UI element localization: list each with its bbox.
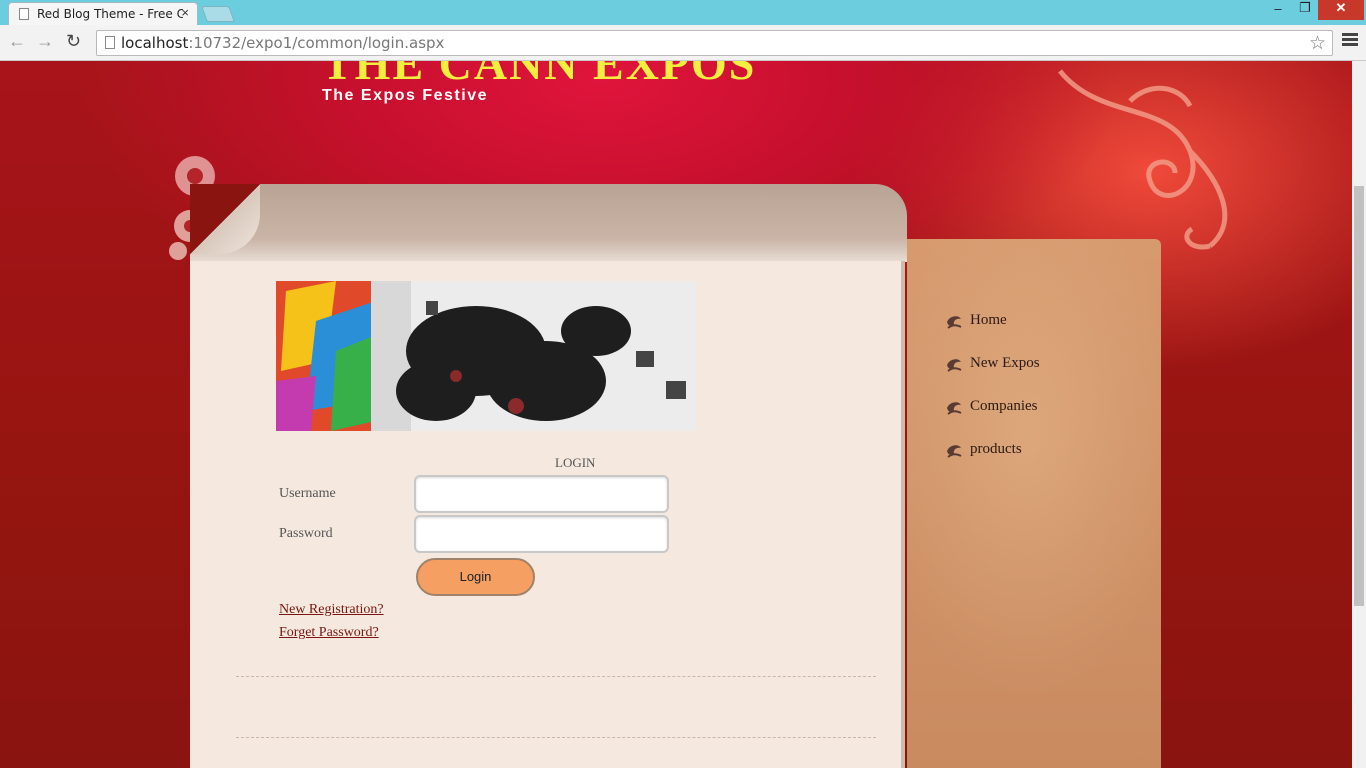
new-tab-button[interactable] [201, 6, 235, 22]
login-heading: LOGIN [555, 455, 596, 470]
site-tagline: The Expos Festive [322, 87, 488, 104]
page-icon [105, 36, 115, 49]
content-panel: LOGIN Username Password Login New Regist… [190, 261, 905, 768]
new-registration-link[interactable]: New Registration? [279, 602, 384, 618]
back-arrow-icon[interactable]: ← [8, 31, 26, 52]
url-host: localhost [121, 34, 189, 52]
login-button[interactable]: Login [416, 558, 535, 596]
browser-toolbar: ← → ↻ localhost:10732/expo1/common/login… [0, 25, 1366, 61]
page-viewport: THE CANN EXPOS The Expos Festive LOGIN U… [0, 61, 1366, 768]
leaf-bullet-icon [947, 402, 962, 415]
decorative-swirl-icon [1058, 69, 1228, 250]
reload-icon[interactable]: ↻ [66, 31, 81, 52]
tab-title: Red Blog Theme - Free CS [37, 7, 183, 21]
browser-titlebar: Red Blog Theme - Free CS × – ❐ ✕ [0, 0, 1366, 25]
sidebar-item-label: Companies [970, 398, 1038, 414]
site-title: THE CANN EXPOS [322, 61, 757, 89]
password-label: Password [279, 526, 333, 541]
forward-arrow-icon[interactable]: → [36, 31, 54, 52]
bookmark-star-icon[interactable]: ☆ [1309, 32, 1326, 55]
browser-tab[interactable]: Red Blog Theme - Free CS × [8, 2, 198, 25]
browser-menu-icon[interactable] [1342, 33, 1358, 48]
divider [236, 676, 876, 677]
window-restore-button[interactable]: ❐ [1292, 0, 1318, 20]
window-minimize-button[interactable]: – [1264, 1, 1292, 21]
url-path: :10732/expo1/common/login.aspx [188, 34, 445, 52]
expo-hero-image [276, 281, 696, 431]
content-header-decoration [190, 184, 907, 262]
divider [236, 737, 876, 738]
address-bar[interactable]: localhost:10732/expo1/common/login.aspx … [96, 30, 1333, 56]
leaf-bullet-icon [947, 445, 962, 458]
username-input[interactable] [414, 475, 669, 513]
forget-password-link[interactable]: Forget Password? [279, 625, 379, 641]
password-input[interactable] [414, 515, 669, 553]
page-scrollbar[interactable] [1352, 61, 1366, 768]
leaf-bullet-icon [947, 316, 962, 329]
scrollbar-thumb[interactable] [1354, 186, 1364, 606]
sidebar-item-label: products [970, 441, 1022, 457]
window-close-button[interactable]: ✕ [1318, 0, 1364, 20]
url-text[interactable]: localhost:10732/expo1/common/login.aspx [121, 34, 444, 52]
page-icon [19, 8, 29, 20]
sidebar-item-label: Home [970, 312, 1007, 328]
leaf-bullet-icon [947, 359, 962, 372]
tab-close-icon[interactable]: × [181, 5, 189, 20]
sidebar: Home New Expos Companies products [907, 239, 1161, 768]
sidebar-item-label: New Expos [970, 355, 1040, 371]
username-label: Username [279, 486, 336, 501]
